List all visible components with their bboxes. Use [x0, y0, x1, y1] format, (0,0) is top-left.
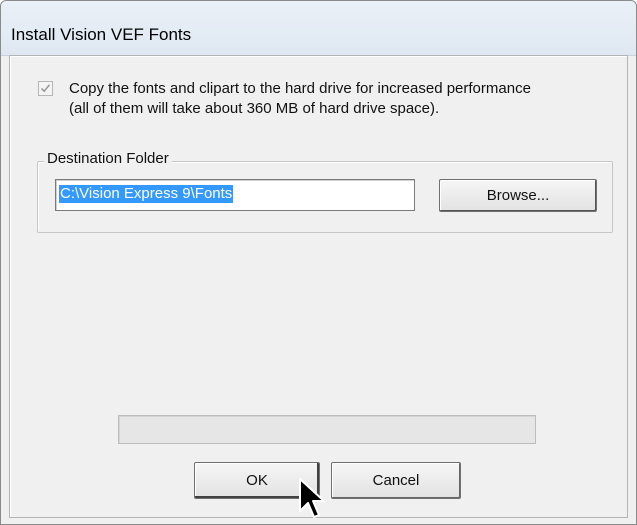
- copy-fonts-checkbox[interactable]: [38, 81, 53, 96]
- copy-fonts-label-line1: Copy the fonts and clipart to the hard d…: [69, 80, 531, 97]
- mouse-pointer-icon: [299, 478, 325, 518]
- destination-folder-label: Destination Folder: [44, 150, 172, 167]
- install-fonts-dialog: Install Vision VEF Fonts Copy the fonts …: [0, 0, 637, 525]
- copy-fonts-label: Copy the fonts and clipart to the hard d…: [69, 79, 531, 119]
- destination-path-text: C:\Vision Express 9\Fonts: [59, 185, 234, 203]
- check-icon: [40, 84, 51, 93]
- title-bar[interactable]: Install Vision VEF Fonts: [1, 1, 636, 56]
- window-title: Install Vision VEF Fonts: [11, 25, 192, 44]
- destination-folder-input[interactable]: C:\Vision Express 9\Fonts: [55, 179, 415, 211]
- copy-fonts-label-line2: (all of them will take about 360 MB of h…: [69, 100, 440, 117]
- dialog-content-panel: [9, 55, 628, 518]
- install-progress-bar: [118, 415, 536, 444]
- browse-button[interactable]: Browse...: [439, 179, 597, 212]
- cancel-button[interactable]: Cancel: [331, 462, 461, 499]
